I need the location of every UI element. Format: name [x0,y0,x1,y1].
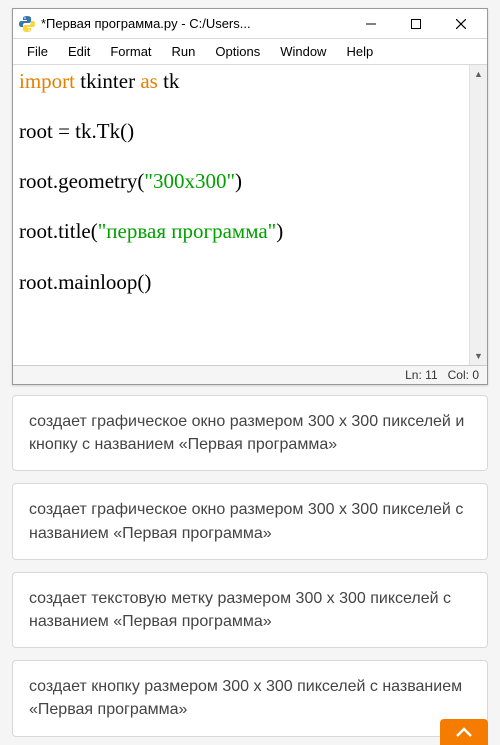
maximize-button[interactable] [393,10,438,38]
answer-option-1[interactable]: создает графическое окно размером 300 х … [12,395,488,471]
code-line: root.mainloop() [19,270,463,294]
window-title: *Первая программа.py - C:/Users... [41,16,348,31]
window-controls [348,10,483,38]
scroll-up-icon[interactable]: ▲ [470,65,487,83]
menu-format[interactable]: Format [100,41,161,62]
titlebar: *Первая программа.py - C:/Users... [13,9,487,39]
menu-window[interactable]: Window [270,41,336,62]
string-literal: "300x300" [144,169,235,193]
menu-run[interactable]: Run [162,41,206,62]
vertical-scrollbar[interactable]: ▲ ▼ [469,65,487,365]
menu-options[interactable]: Options [205,41,270,62]
code-text: ) [235,169,242,193]
answer-options: создает графическое окно размером 300 х … [0,395,500,737]
code-line: import tkinter as tk [19,69,463,93]
blank-line [19,95,463,119]
python-icon [19,16,35,32]
editor-area: import tkinter as tk root = tk.Tk() root… [13,65,487,365]
minimize-button[interactable] [348,10,393,38]
code-text: ) [276,219,283,243]
keyword-as: as [140,69,158,93]
code-line: root.title("первая программа") [19,219,463,243]
string-literal: "первая программа" [98,219,277,243]
idle-editor-window: *Первая программа.py - C:/Users... File … [12,8,488,385]
menu-edit[interactable]: Edit [58,41,100,62]
scroll-down-icon[interactable]: ▼ [470,347,487,365]
line-indicator: Ln: 11 [405,368,438,382]
code-editor[interactable]: import tkinter as tk root = tk.Tk() root… [13,65,469,365]
answer-option-4[interactable]: создает кнопку размером 300 х 300 пиксел… [12,660,488,736]
blank-line [19,145,463,169]
code-text: tk [158,69,180,93]
code-line: root.geometry("300x300") [19,169,463,193]
blank-line [19,246,463,270]
keyword-import: import [19,69,75,93]
close-button[interactable] [438,10,483,38]
code-line: root = tk.Tk() [19,119,463,143]
menu-file[interactable]: File [17,41,58,62]
col-indicator: Col: 0 [448,368,479,382]
scroll-top-button[interactable] [440,719,488,745]
answer-option-3[interactable]: создает текстовую метку размером 300 х 3… [12,572,488,648]
code-text: root.geometry( [19,169,144,193]
menu-help[interactable]: Help [336,41,383,62]
statusbar: Ln: 11 Col: 0 [13,365,487,384]
chevron-up-icon [455,726,473,738]
code-text: tkinter [75,69,140,93]
blank-line [19,195,463,219]
code-text: root.title( [19,219,98,243]
menubar: File Edit Format Run Options Window Help [13,39,487,65]
answer-option-2[interactable]: создает графическое окно размером 300 х … [12,483,488,559]
